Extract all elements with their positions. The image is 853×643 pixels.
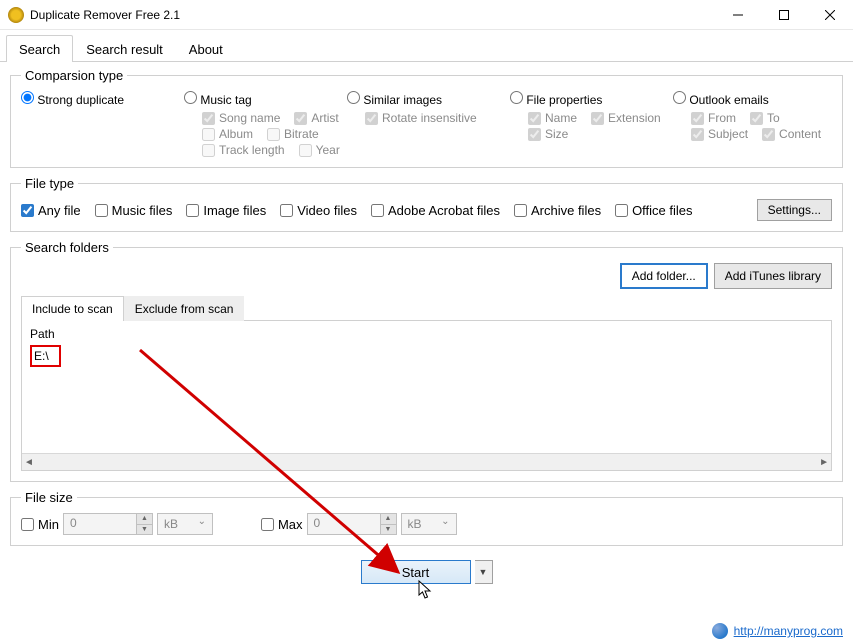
check-rotate-insensitive: Rotate insensitive bbox=[365, 111, 506, 125]
settings-button[interactable]: Settings... bbox=[757, 199, 832, 221]
check-video-files[interactable]: Video files bbox=[280, 203, 357, 218]
check-min[interactable]: Min bbox=[21, 517, 59, 532]
check-subject: Subject bbox=[691, 127, 748, 141]
main-tabs: Search Search result About bbox=[0, 30, 853, 62]
check-bitrate: Bitrate bbox=[267, 127, 319, 141]
scan-tabs: Include to scan Exclude from scan bbox=[21, 295, 832, 321]
maximize-button[interactable] bbox=[761, 0, 807, 30]
check-from: From bbox=[691, 111, 736, 125]
check-album: Album bbox=[202, 127, 253, 141]
check-to: To bbox=[750, 111, 780, 125]
window-controls bbox=[715, 0, 853, 29]
start-dropdown[interactable]: ▼ bbox=[475, 560, 493, 584]
check-office-files[interactable]: Office files bbox=[615, 203, 692, 218]
comparison-fieldset: Comparsion type Strong duplicate Music t… bbox=[10, 68, 843, 168]
check-track-length: Track length bbox=[202, 143, 285, 157]
tab-exclude-scan[interactable]: Exclude from scan bbox=[124, 296, 245, 321]
max-unit-combo[interactable]: kB bbox=[401, 513, 457, 535]
minimize-button[interactable] bbox=[715, 0, 761, 30]
start-button[interactable]: Start bbox=[361, 560, 471, 584]
tab-search-result[interactable]: Search result bbox=[73, 35, 176, 62]
comparison-legend: Comparsion type bbox=[21, 68, 127, 83]
filetype-legend: File type bbox=[21, 176, 78, 191]
search-folders-legend: Search folders bbox=[21, 240, 113, 255]
check-any-file[interactable]: Any file bbox=[21, 203, 81, 218]
footer: http://manyprog.com bbox=[712, 623, 843, 639]
radio-strong-duplicate[interactable]: Strong duplicate bbox=[21, 93, 124, 107]
check-music-files[interactable]: Music files bbox=[95, 203, 173, 218]
scroll-right-icon[interactable]: ► bbox=[819, 457, 829, 468]
path-list[interactable]: Path E:\ ◄ ► bbox=[21, 321, 832, 471]
add-folder-button[interactable]: Add folder... bbox=[620, 263, 708, 289]
titlebar: Duplicate Remover Free 2.1 bbox=[0, 0, 853, 30]
close-button[interactable] bbox=[807, 0, 853, 30]
check-max[interactable]: Max bbox=[261, 517, 303, 532]
start-area: Start ▼ bbox=[10, 560, 843, 584]
max-spinner[interactable]: ▲▼ bbox=[380, 514, 396, 534]
check-content: Content bbox=[762, 127, 821, 141]
window-title: Duplicate Remover Free 2.1 bbox=[30, 8, 715, 22]
app-icon bbox=[8, 7, 24, 23]
tab-search[interactable]: Search bbox=[6, 35, 73, 62]
tab-about[interactable]: About bbox=[176, 35, 236, 62]
check-size: Size bbox=[528, 127, 669, 141]
content-area: Comparsion type Strong duplicate Music t… bbox=[0, 62, 853, 590]
add-itunes-button[interactable]: Add iTunes library bbox=[714, 263, 832, 289]
tab-include-scan[interactable]: Include to scan bbox=[21, 296, 124, 321]
radio-file-properties[interactable]: File properties bbox=[510, 93, 602, 107]
filetype-fieldset: File type Any file Music files Image fil… bbox=[10, 176, 843, 232]
radio-outlook-emails[interactable]: Outlook emails bbox=[673, 93, 769, 107]
radio-music-tag[interactable]: Music tag bbox=[184, 93, 252, 107]
globe-icon bbox=[712, 623, 728, 639]
path-entry[interactable]: E:\ bbox=[30, 345, 61, 367]
check-acrobat-files[interactable]: Adobe Acrobat files bbox=[371, 203, 500, 218]
min-spinner[interactable]: ▲▼ bbox=[136, 514, 152, 534]
check-archive-files[interactable]: Archive files bbox=[514, 203, 601, 218]
path-column-header: Path bbox=[30, 327, 823, 341]
min-unit-combo[interactable]: kB bbox=[157, 513, 213, 535]
scroll-left-icon[interactable]: ◄ bbox=[24, 457, 34, 468]
check-song-name: Song name bbox=[202, 111, 280, 125]
footer-link[interactable]: http://manyprog.com bbox=[734, 624, 843, 638]
horizontal-scrollbar[interactable]: ◄ ► bbox=[22, 453, 831, 470]
check-extension: Extension bbox=[591, 111, 661, 125]
check-artist: Artist bbox=[294, 111, 338, 125]
check-name: Name bbox=[528, 111, 577, 125]
filesize-legend: File size bbox=[21, 490, 77, 505]
check-year: Year bbox=[299, 143, 340, 157]
radio-similar-images[interactable]: Similar images bbox=[347, 93, 442, 107]
search-folders-fieldset: Search folders Add folder... Add iTunes … bbox=[10, 240, 843, 482]
check-image-files[interactable]: Image files bbox=[186, 203, 266, 218]
filesize-fieldset: File size Min 0 ▲▼ kB Max 0 ▲▼ kB bbox=[10, 490, 843, 546]
